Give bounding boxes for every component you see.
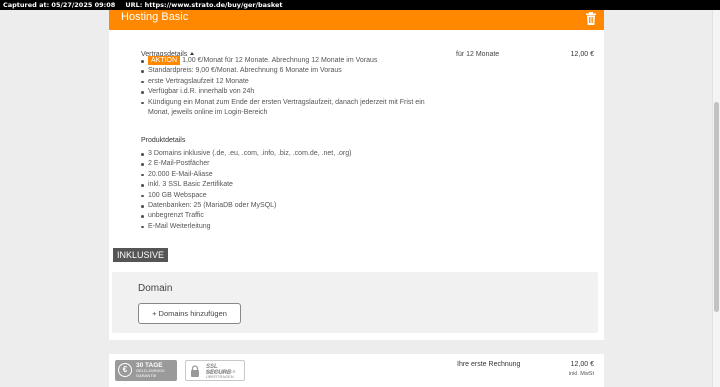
badge-ssl-text: DATEN SICHER ÜBERTRAGEN (206, 369, 236, 379)
list-item: unbegrenzt Traffic (141, 211, 351, 221)
trash-icon[interactable] (585, 12, 597, 25)
list-item-continuation: Monat, jeweils online im Login-Bereich (148, 109, 268, 117)
product-price: 12,00 € (570, 51, 594, 58)
list-item: Standardpreis: 9,00 €/Monat. Abrechnung … (141, 66, 425, 76)
domain-title: Domain (138, 283, 173, 294)
domain-section: Domain + Domains hinzufügen (112, 272, 598, 333)
list-item: Verfügbar i.d.R. innerhalb von 24h (141, 87, 425, 97)
first-invoice-price: 12,00 € (570, 361, 594, 368)
vat-note: inkl. MwSt (568, 371, 594, 377)
product-details-title: Produktdetails (141, 137, 186, 144)
scrollbar-thumb[interactable] (714, 102, 719, 312)
list-item: erste Vertragslaufzeit 12 Monate (141, 77, 425, 87)
list-item: 2 E-Mail-Postfächer (141, 159, 351, 169)
list-item: Datenbanken: 25 (MariaDB oder MySQL) (141, 201, 351, 211)
capture-timestamp: Captured at: 05/27/2025 09:08 (3, 1, 116, 9)
contract-details-list: AKTION 1,00 €/Monat für 12 Monate. Abrech… (141, 56, 425, 118)
aktion-badge: AKTION (148, 56, 181, 65)
product-card: Hosting Basic Vertragsdetails für 12 Mon… (109, 10, 604, 340)
list-item: 3 Domains inklusive (.de, .eu, .com, .in… (141, 149, 351, 159)
list-item: AKTION 1,00 €/Monat für 12 Monate. Abrech… (141, 56, 425, 66)
product-details-list: 3 Domains inklusive (.de, .eu, .com, .in… (141, 149, 351, 232)
money-back-icon: € (118, 363, 132, 377)
summary-card: € 30 TAGE GELD-ZURÜCK GARANTIE SSL SECUR… (109, 354, 604, 387)
money-back-badge: € 30 TAGE GELD-ZURÜCK GARANTIE (115, 360, 177, 381)
capture-info-bar: Captured at: 05/27/2025 09:08 URL: https:… (0, 0, 720, 10)
ssl-secure-badge: SSL SECURE DATEN SICHER ÜBERTRAGEN (185, 360, 245, 381)
list-item: 20.000 E-Mail-Aliase (141, 170, 351, 180)
list-item: 100 GB Webspace (141, 191, 351, 201)
inklusive-label: INKLUSIVE (113, 248, 169, 262)
scrollbar[interactable] (712, 10, 720, 387)
lock-icon (191, 365, 199, 377)
list-item: inkl. 3 SSL Basic Zertifikate (141, 180, 351, 190)
caret-up-icon (190, 52, 195, 55)
capture-url: URL: https://www.strato.de/buy/ger/baske… (125, 1, 283, 9)
product-title: Hosting Basic (121, 11, 189, 23)
add-domains-button[interactable]: + Domains hinzufügen (138, 303, 241, 324)
product-header: Hosting Basic (109, 10, 604, 30)
list-item: E-Mail Weiterleitung (141, 222, 351, 232)
badge-guarantee-text: GELD-ZURÜCK GARANTIE (136, 368, 165, 378)
contract-term: für 12 Monate (456, 51, 500, 58)
list-item: Kündigung ein Monat zum Ende der ersten … (141, 98, 425, 108)
first-invoice-label: Ihre erste Rechnung (457, 361, 521, 368)
